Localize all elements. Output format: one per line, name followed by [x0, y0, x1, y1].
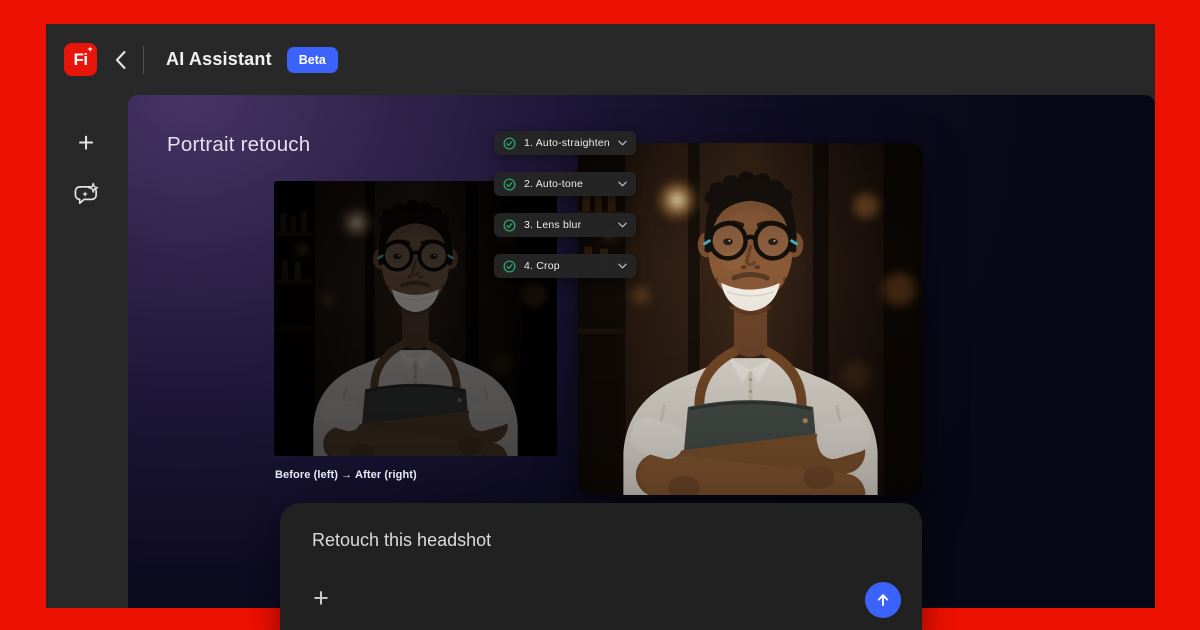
beta-badge: Beta	[287, 47, 338, 73]
chat-history-button[interactable]	[46, 175, 126, 215]
new-chat-button[interactable]: +	[46, 123, 126, 163]
header-divider	[143, 46, 144, 74]
step-label: 4. Crop	[524, 260, 610, 272]
step-label: 2. Auto-tone	[524, 178, 610, 190]
prompt-text[interactable]: Retouch this headshot	[312, 530, 491, 551]
chevron-down-icon[interactable]	[618, 263, 627, 269]
firefly-logo-text: Fi	[73, 50, 87, 70]
check-circle-icon	[503, 260, 516, 273]
back-button[interactable]	[114, 50, 127, 70]
plus-icon: +	[313, 583, 329, 614]
chevron-down-icon[interactable]	[618, 222, 627, 228]
send-button[interactable]	[865, 582, 901, 618]
step-lens-blur[interactable]: 3. Lens blur	[494, 213, 636, 237]
arrow-up-icon	[875, 592, 891, 608]
app-header: Fi ✦ AI Assistant Beta	[46, 24, 1155, 95]
chevron-down-icon[interactable]	[618, 181, 627, 187]
check-circle-icon	[503, 219, 516, 232]
prompt-composer[interactable]: Retouch this headshot +	[280, 503, 922, 630]
logo-star-icon: ✦	[87, 46, 93, 54]
chevron-down-icon[interactable]	[618, 140, 627, 146]
plus-icon: +	[78, 127, 94, 159]
step-crop[interactable]: 4. Crop	[494, 254, 636, 278]
page-title: AI Assistant	[166, 49, 272, 70]
chevron-left-icon	[114, 50, 127, 70]
step-label: 1. Auto-straighten	[524, 137, 610, 149]
step-auto-straighten[interactable]: 1. Auto-straighten	[494, 131, 636, 155]
firefly-logo[interactable]: Fi ✦	[64, 43, 97, 76]
sidebar: +	[46, 95, 126, 608]
marketing-frame: Fi ✦ AI Assistant Beta + Portrait retouc…	[0, 0, 1200, 630]
step-auto-tone[interactable]: 2. Auto-tone	[494, 172, 636, 196]
session-heading: Portrait retouch	[167, 133, 310, 157]
step-label: 3. Lens blur	[524, 219, 610, 231]
before-after-caption: Before (left) → After (right)	[275, 469, 417, 481]
chat-sparkle-icon	[73, 182, 100, 209]
check-circle-icon	[503, 178, 516, 191]
attach-button[interactable]: +	[308, 583, 334, 613]
check-circle-icon	[503, 137, 516, 150]
